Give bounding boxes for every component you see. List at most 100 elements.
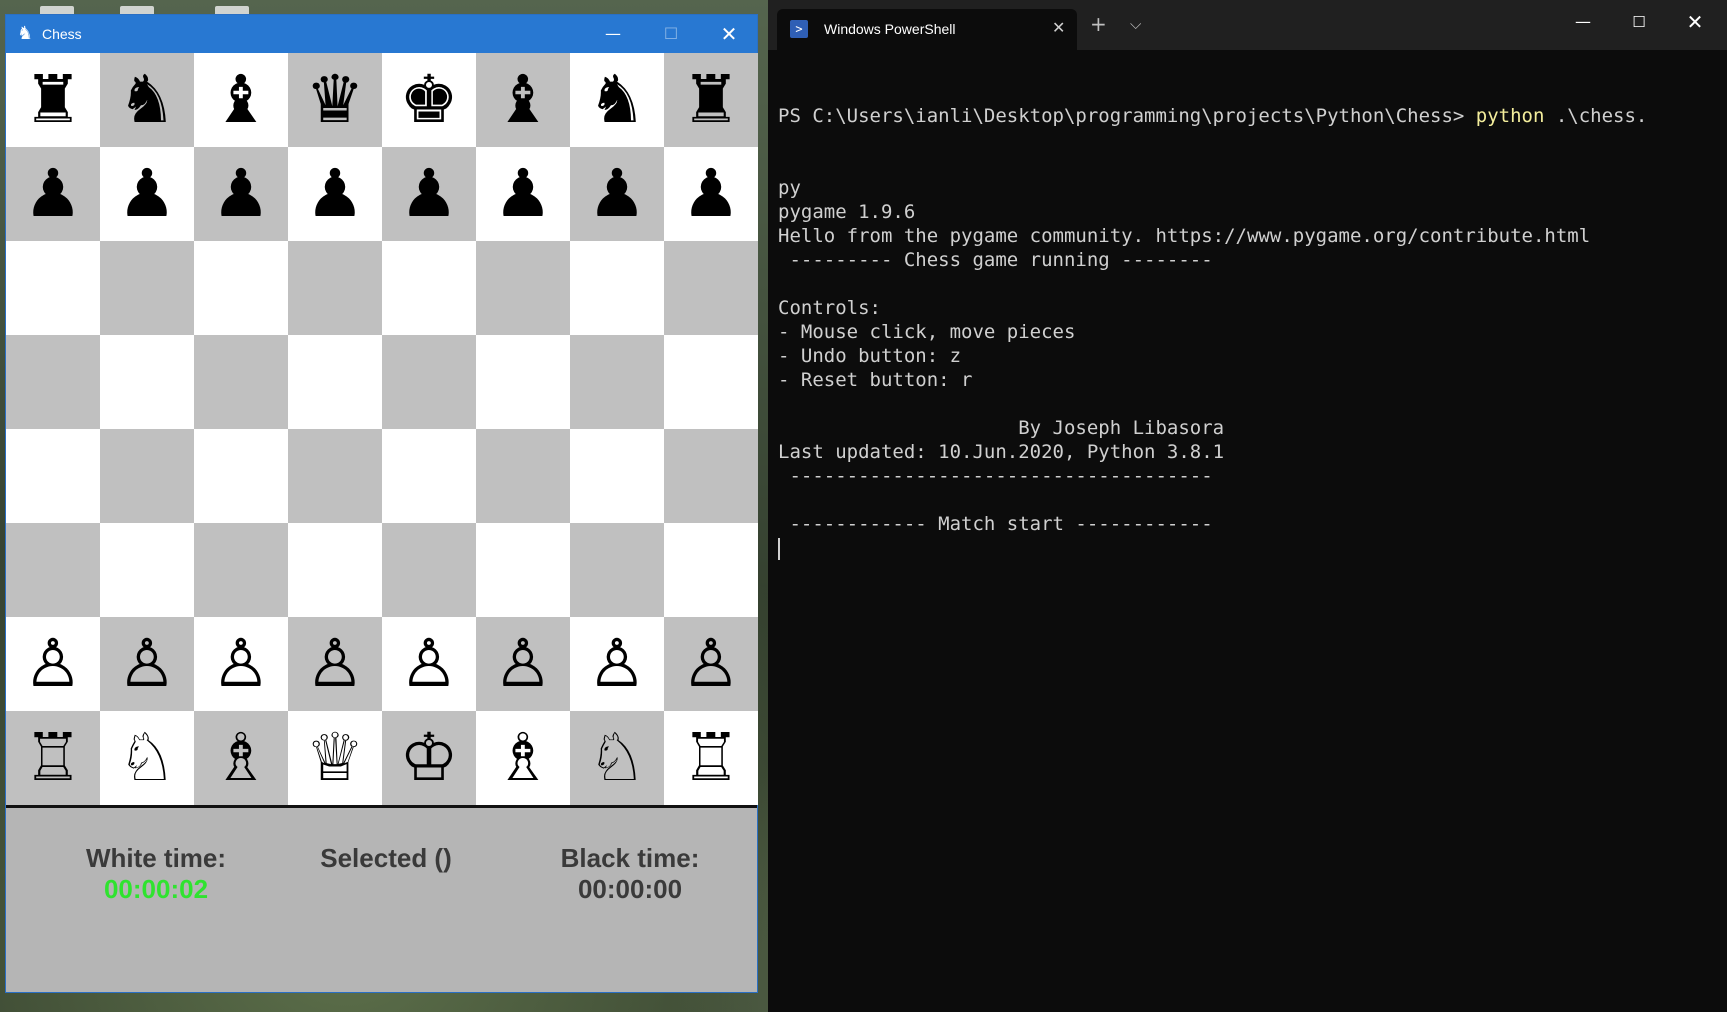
board-square[interactable]: [288, 429, 382, 523]
chess-piece[interactable]: ♜: [23, 67, 82, 133]
tab-close-icon[interactable]: ✕: [1052, 18, 1065, 38]
board-square[interactable]: ♕: [288, 711, 382, 805]
board-square[interactable]: ♙: [100, 617, 194, 711]
board-square[interactable]: [570, 523, 664, 617]
board-square[interactable]: ♟: [100, 147, 194, 241]
chess-piece[interactable]: ♙: [211, 631, 270, 697]
board-square[interactable]: ♙: [194, 617, 288, 711]
board-square[interactable]: ♟: [476, 147, 570, 241]
chess-piece[interactable]: ♙: [681, 631, 740, 697]
chess-piece[interactable]: ♙: [399, 631, 458, 697]
chess-piece[interactable]: ♖: [23, 725, 82, 791]
board-square[interactable]: ♛: [288, 53, 382, 147]
board-square[interactable]: [288, 523, 382, 617]
board-square[interactable]: [100, 241, 194, 335]
chess-piece[interactable]: ♗: [211, 725, 270, 791]
terminal-output[interactable]: PS C:\Users\ianli\Desktop\programming\pr…: [778, 56, 1718, 560]
board-square[interactable]: [194, 241, 288, 335]
board-square[interactable]: ♟: [382, 147, 476, 241]
chess-piece[interactable]: ♟: [587, 161, 646, 227]
chess-piece[interactable]: ♟: [211, 161, 270, 227]
minimize-button[interactable]: —: [1555, 0, 1611, 44]
board-square[interactable]: [6, 429, 100, 523]
chess-piece[interactable]: ♟: [23, 161, 82, 227]
board-square[interactable]: [664, 523, 758, 617]
board-square[interactable]: [288, 241, 382, 335]
tab-windows-powershell[interactable]: > Windows PowerShell ✕: [777, 9, 1077, 50]
board-square[interactable]: ♝: [194, 53, 288, 147]
board-square[interactable]: [194, 335, 288, 429]
board-square[interactable]: [664, 335, 758, 429]
board-square[interactable]: ♜: [6, 53, 100, 147]
chevron-down-icon[interactable]: ⌵: [1130, 13, 1141, 35]
board-square[interactable]: [476, 523, 570, 617]
board-square[interactable]: [194, 429, 288, 523]
chess-piece[interactable]: ♙: [117, 631, 176, 697]
board-square[interactable]: ♙: [6, 617, 100, 711]
board-square[interactable]: ♟: [570, 147, 664, 241]
board-square[interactable]: ♟: [288, 147, 382, 241]
board-square[interactable]: [664, 241, 758, 335]
chess-piece[interactable]: ♟: [493, 161, 552, 227]
chess-piece[interactable]: ♙: [493, 631, 552, 697]
board-square[interactable]: [382, 429, 476, 523]
board-square[interactable]: ♚: [382, 53, 476, 147]
chess-piece[interactable]: ♟: [117, 161, 176, 227]
chess-piece[interactable]: ♞: [587, 67, 646, 133]
board-square[interactable]: ♟: [6, 147, 100, 241]
chess-piece[interactable]: ♘: [587, 725, 646, 791]
board-square[interactable]: ♗: [194, 711, 288, 805]
board-square[interactable]: ♘: [570, 711, 664, 805]
maximize-button[interactable]: ☐: [642, 15, 700, 53]
chess-board[interactable]: ♜ ♞ ♝ ♛ ♚ ♝ ♞ ♜ ♟ ♟ ♟ ♟ ♟ ♟ ♟ ♟ ♙ ♙ ♙ ♙ ♙ ♙ ♙ ♙ ♖ ♘ ♗ ♕ ♔ ♗ ♘ ♖: [6, 53, 758, 805]
board-square[interactable]: [570, 429, 664, 523]
board-square[interactable]: [6, 523, 100, 617]
close-button[interactable]: ✕: [1667, 0, 1723, 44]
chess-piece[interactable]: ♗: [493, 725, 552, 791]
board-square[interactable]: ♗: [476, 711, 570, 805]
chess-piece[interactable]: ♔: [399, 725, 458, 791]
chess-piece[interactable]: ♜: [681, 67, 740, 133]
chess-piece[interactable]: ♙: [305, 631, 364, 697]
board-square[interactable]: ♟: [664, 147, 758, 241]
board-square[interactable]: [194, 523, 288, 617]
board-square[interactable]: ♙: [570, 617, 664, 711]
board-square[interactable]: ♖: [6, 711, 100, 805]
board-square[interactable]: [100, 429, 194, 523]
board-square[interactable]: ♝: [476, 53, 570, 147]
terminal-tab-bar[interactable]: > Windows PowerShell ✕ + ⌵ — ☐ ✕: [768, 0, 1727, 50]
chess-piece[interactable]: ♝: [493, 67, 552, 133]
board-square[interactable]: [100, 335, 194, 429]
board-square[interactable]: ♜: [664, 53, 758, 147]
board-square[interactable]: ♖: [664, 711, 758, 805]
board-square[interactable]: [570, 335, 664, 429]
chess-titlebar[interactable]: ♞ Chess — ☐ ✕: [6, 15, 757, 53]
board-square[interactable]: ♞: [100, 53, 194, 147]
board-square[interactable]: ♙: [382, 617, 476, 711]
board-square[interactable]: ♙: [288, 617, 382, 711]
chess-piece[interactable]: ♛: [305, 67, 364, 133]
board-square[interactable]: [100, 523, 194, 617]
chess-piece[interactable]: ♟: [399, 161, 458, 227]
board-square[interactable]: ♟: [194, 147, 288, 241]
board-square[interactable]: [382, 523, 476, 617]
board-square[interactable]: [382, 241, 476, 335]
board-square[interactable]: [664, 429, 758, 523]
board-square[interactable]: [570, 241, 664, 335]
chess-piece[interactable]: ♟: [681, 161, 740, 227]
chess-piece[interactable]: ♖: [681, 725, 740, 791]
board-square[interactable]: ♔: [382, 711, 476, 805]
chess-piece[interactable]: ♞: [117, 67, 176, 133]
board-square[interactable]: ♞: [570, 53, 664, 147]
board-square[interactable]: [476, 429, 570, 523]
chess-piece[interactable]: ♘: [117, 725, 176, 791]
chess-piece[interactable]: ♚: [399, 67, 458, 133]
chess-piece[interactable]: ♟: [305, 161, 364, 227]
board-square[interactable]: [288, 335, 382, 429]
board-square[interactable]: ♙: [476, 617, 570, 711]
board-square[interactable]: ♙: [664, 617, 758, 711]
board-square[interactable]: [6, 335, 100, 429]
minimize-button[interactable]: —: [584, 15, 642, 53]
chess-piece[interactable]: ♙: [587, 631, 646, 697]
board-square[interactable]: ♘: [100, 711, 194, 805]
